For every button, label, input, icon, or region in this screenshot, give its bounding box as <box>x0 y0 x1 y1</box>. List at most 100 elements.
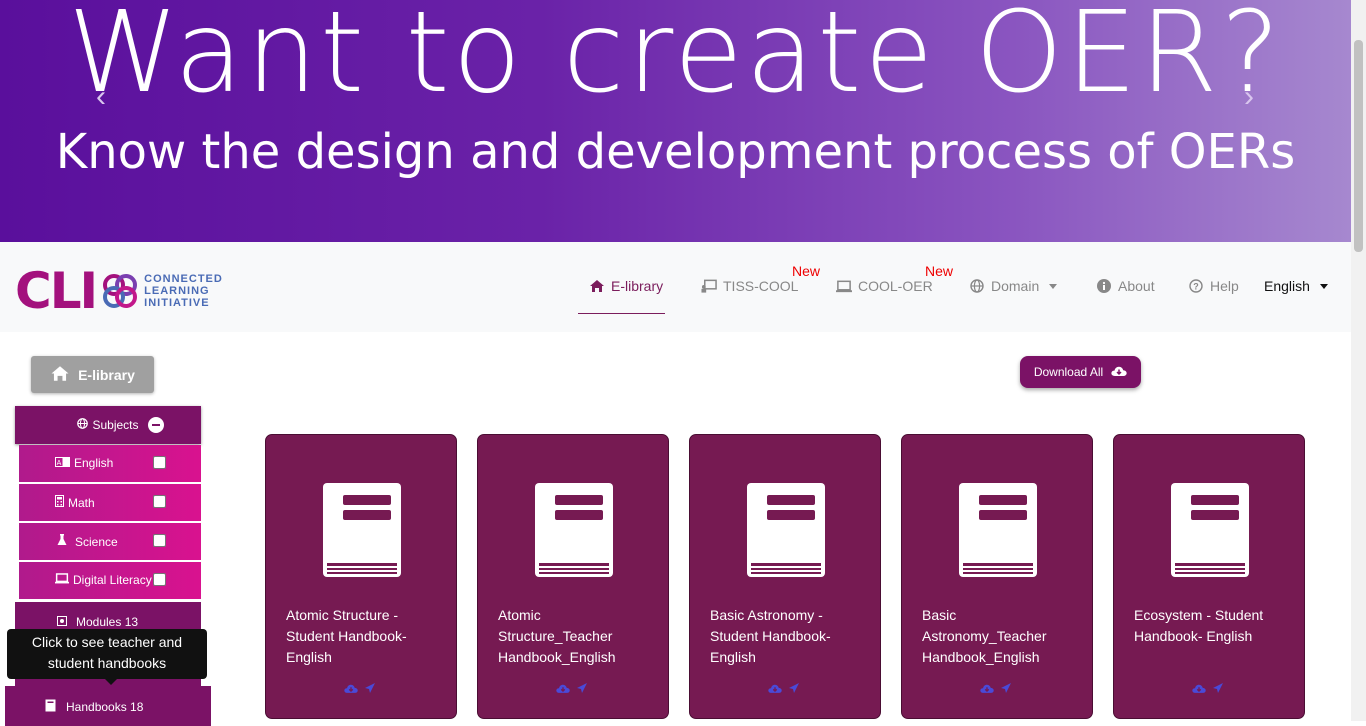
download-all-button[interactable]: Download All <box>1020 356 1141 388</box>
language-dropdown[interactable]: English <box>1264 276 1328 296</box>
nav-help-label: Help <box>1210 278 1239 294</box>
share-icon[interactable] <box>364 681 378 693</box>
calculator-icon <box>55 495 64 510</box>
handbook-card[interactable]: Ecosystem - Student Handbook- English <box>1113 434 1305 719</box>
svg-text:?: ? <box>1193 282 1199 292</box>
subject-english[interactable]: A English <box>19 445 201 482</box>
cli-logo[interactable]: CLI CONNECTED LEARNING INITIATIVE <box>15 262 223 320</box>
flask-icon <box>57 534 67 549</box>
chevron-down-icon <box>1319 283 1328 289</box>
book-icon <box>323 483 401 577</box>
collapse-minus-icon[interactable] <box>148 417 164 433</box>
banner-subheadline: Know the design and development process … <box>55 124 1296 180</box>
share-icon[interactable] <box>788 681 802 693</box>
teacher-board-icon <box>701 278 717 294</box>
globe-icon <box>77 418 89 432</box>
subjects-toggle[interactable]: Subjects <box>15 406 201 444</box>
book-icon <box>535 483 613 577</box>
share-icon[interactable] <box>576 681 590 693</box>
nav-domain-dropdown[interactable]: Domain <box>969 276 1058 296</box>
handbooks-tooltip: Click to see teacher and student handboo… <box>7 629 207 685</box>
sidebar-elibrary-label: E-library <box>78 366 135 383</box>
subject-digital-literacy-checkbox[interactable] <box>153 573 166 586</box>
card-title[interactable]: Atomic Structure_Teacher Handbook_Englis… <box>498 605 648 668</box>
scrollbar-thumb[interactable] <box>1354 40 1363 252</box>
nav-about[interactable]: About <box>1096 276 1155 296</box>
nav-domain-label: Domain <box>991 278 1040 294</box>
globe-icon <box>969 278 985 294</box>
carousel-prev-icon[interactable]: ‹ <box>86 82 116 112</box>
subject-digital-literacy[interactable]: Digital Literacy <box>19 562 201 599</box>
book-icon <box>747 483 825 577</box>
book-icon <box>45 699 56 715</box>
new-badge-tiss: New <box>792 263 821 279</box>
cloud-download-icon[interactable] <box>344 681 358 693</box>
carousel-next-icon[interactable]: › <box>1234 82 1264 112</box>
download-all-label: Download All <box>1033 365 1104 379</box>
chevron-down-icon <box>1049 283 1058 289</box>
sidebar-elibrary-button[interactable]: E-library <box>31 356 154 393</box>
logo-line-2: LEARNING <box>144 285 210 297</box>
laptop-icon <box>55 573 69 587</box>
nav-about-label: About <box>1118 278 1155 294</box>
subjects-label: Subjects <box>92 418 139 432</box>
cloud-download-icon <box>1111 365 1127 380</box>
book-icon <box>1171 483 1249 577</box>
svg-text:A: A <box>57 460 62 467</box>
logo-line-1: CONNECTED <box>144 273 223 285</box>
home-icon <box>589 278 605 294</box>
subject-math-checkbox[interactable] <box>153 495 166 508</box>
share-icon[interactable] <box>1212 681 1226 693</box>
subject-math-label: Math <box>68 495 95 510</box>
handbooks-label: Handbooks 18 <box>66 700 144 714</box>
subject-science-checkbox[interactable] <box>153 534 166 547</box>
handbook-card[interactable]: Atomic Structure_Teacher Handbook_Englis… <box>477 434 669 719</box>
subject-english-label: English <box>74 456 114 470</box>
card-title[interactable]: Ecosystem - Student Handbook- English <box>1134 605 1284 647</box>
share-icon[interactable] <box>1000 681 1014 693</box>
cloud-download-icon[interactable] <box>768 681 782 693</box>
subject-math[interactable]: Math <box>19 484 201 521</box>
nav-tiss-cool[interactable]: TISS-COOL <box>701 276 798 296</box>
page-scrollbar[interactable] <box>1351 0 1366 721</box>
cloud-download-icon[interactable] <box>1192 681 1206 693</box>
info-icon <box>1096 278 1112 294</box>
card-title[interactable]: Basic Astronomy_Teacher Handbook_English <box>922 605 1072 668</box>
nav-cool-label: COOL-OER <box>858 278 933 294</box>
handbooks-toggle[interactable]: Handbooks 18 <box>5 686 211 726</box>
nav-elibrary[interactable]: E-library <box>589 276 663 296</box>
nav-tiss-label: TISS-COOL <box>723 278 799 294</box>
language-label: English <box>1264 278 1310 294</box>
subject-english-checkbox[interactable] <box>153 456 166 469</box>
logo-line-3: INITIATIVE <box>144 297 210 309</box>
handbook-card[interactable]: Atomic Structure - Student Handbook- Eng… <box>265 434 457 719</box>
nav-cool-oer[interactable]: COOL-OER <box>836 276 933 296</box>
logo-knot-icon <box>103 274 138 308</box>
hero-banner: Want to create OER? Know the design and … <box>0 0 1351 242</box>
module-icon <box>57 615 67 629</box>
card-title[interactable]: Basic Astronomy - Student Handbook- Engl… <box>710 605 860 668</box>
cloud-download-icon[interactable] <box>556 681 570 693</box>
card-title[interactable]: Atomic Structure - Student Handbook- Eng… <box>286 605 436 668</box>
logo-text: CONNECTED LEARNING INITIATIVE <box>144 273 223 309</box>
handbook-card[interactable]: Basic Astronomy - Student Handbook- Engl… <box>689 434 881 719</box>
laptop-icon <box>836 278 852 294</box>
tooltip-line-2: student handbooks <box>47 655 167 671</box>
banner-headline: Want to create OER? <box>67 0 1284 118</box>
subject-science[interactable]: Science <box>19 523 201 560</box>
language-icon: A <box>55 456 70 470</box>
handbook-card[interactable]: Basic Astronomy_Teacher Handbook_English <box>901 434 1093 719</box>
nav-elibrary-label: E-library <box>611 278 664 294</box>
question-icon: ? <box>1188 278 1204 294</box>
nav-help[interactable]: ? Help <box>1188 276 1239 296</box>
modules-label: Modules 13 <box>76 615 139 629</box>
tooltip-line-1: Click to see teacher and <box>31 634 183 650</box>
new-badge-cool: New <box>925 263 954 279</box>
active-tab-indicator <box>578 313 665 314</box>
logo-mark: CLI <box>15 262 98 320</box>
book-icon <box>959 483 1037 577</box>
subject-digital-literacy-label: Digital Literacy <box>73 573 152 587</box>
subject-science-label: Science <box>75 534 118 549</box>
home-icon <box>50 365 70 385</box>
cloud-download-icon[interactable] <box>980 681 994 693</box>
